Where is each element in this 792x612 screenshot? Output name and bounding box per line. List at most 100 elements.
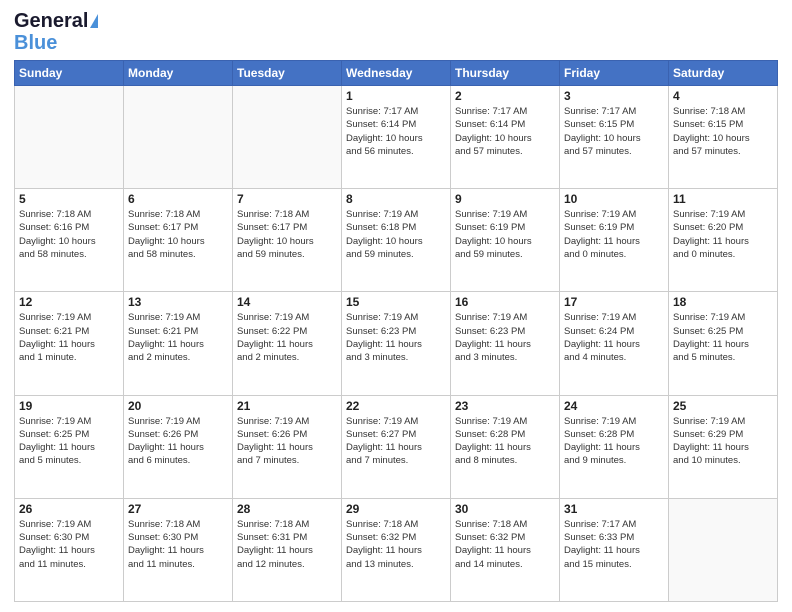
day-number: 24 xyxy=(564,399,664,413)
day-cell xyxy=(124,86,233,189)
day-info: Sunrise: 7:18 AM Sunset: 6:32 PM Dayligh… xyxy=(455,518,555,571)
day-info: Sunrise: 7:18 AM Sunset: 6:30 PM Dayligh… xyxy=(128,518,228,571)
day-info: Sunrise: 7:19 AM Sunset: 6:21 PM Dayligh… xyxy=(19,311,119,364)
day-info: Sunrise: 7:19 AM Sunset: 6:23 PM Dayligh… xyxy=(455,311,555,364)
week-row-3: 19 Sunrise: 7:19 AM Sunset: 6:25 PM Dayli… xyxy=(15,395,778,498)
day-info: Sunrise: 7:19 AM Sunset: 6:27 PM Dayligh… xyxy=(346,415,446,468)
day-number: 29 xyxy=(346,502,446,516)
day-info: Sunrise: 7:17 AM Sunset: 6:33 PM Dayligh… xyxy=(564,518,664,571)
day-cell: 12 Sunrise: 7:19 AM Sunset: 6:21 PM Dayli… xyxy=(15,292,124,395)
day-info: Sunrise: 7:17 AM Sunset: 6:14 PM Dayligh… xyxy=(455,105,555,158)
logo-blue: Blue xyxy=(14,32,57,54)
day-number: 2 xyxy=(455,89,555,103)
day-info: Sunrise: 7:18 AM Sunset: 6:15 PM Dayligh… xyxy=(673,105,773,158)
day-cell: 27 Sunrise: 7:18 AM Sunset: 6:30 PM Dayli… xyxy=(124,498,233,601)
day-number: 20 xyxy=(128,399,228,413)
day-cell: 15 Sunrise: 7:19 AM Sunset: 6:23 PM Dayli… xyxy=(342,292,451,395)
day-info: Sunrise: 7:19 AM Sunset: 6:21 PM Dayligh… xyxy=(128,311,228,364)
day-cell: 31 Sunrise: 7:17 AM Sunset: 6:33 PM Dayli… xyxy=(560,498,669,601)
day-cell: 14 Sunrise: 7:19 AM Sunset: 6:22 PM Dayli… xyxy=(233,292,342,395)
day-number: 28 xyxy=(237,502,337,516)
day-cell: 8Sunrise: 7:19 AM Sunset: 6:18 PM Daylig… xyxy=(342,189,451,292)
day-number: 19 xyxy=(19,399,119,413)
day-cell: 30 Sunrise: 7:18 AM Sunset: 6:32 PM Dayli… xyxy=(451,498,560,601)
day-info: Sunrise: 7:19 AM Sunset: 6:25 PM Dayligh… xyxy=(19,415,119,468)
day-cell: 9 Sunrise: 7:19 AM Sunset: 6:19 PM Daylig… xyxy=(451,189,560,292)
day-info: Sunrise: 7:19 AM Sunset: 6:19 PM Dayligh… xyxy=(564,208,664,261)
day-number: 30 xyxy=(455,502,555,516)
week-row-2: 12 Sunrise: 7:19 AM Sunset: 6:21 PM Dayli… xyxy=(15,292,778,395)
day-info: Sunrise: 7:19 AM Sunset: 6:26 PM Dayligh… xyxy=(128,415,228,468)
day-cell: 22 Sunrise: 7:19 AM Sunset: 6:27 PM Dayli… xyxy=(342,395,451,498)
day-cell: 6Sunrise: 7:18 AM Sunset: 6:17 PM Daylig… xyxy=(124,189,233,292)
day-cell: 16Sunrise: 7:19 AM Sunset: 6:23 PM Dayli… xyxy=(451,292,560,395)
day-number: 21 xyxy=(237,399,337,413)
day-number: 4 xyxy=(673,89,773,103)
day-info: Sunrise: 7:19 AM Sunset: 6:19 PM Dayligh… xyxy=(455,208,555,261)
day-number: 27 xyxy=(128,502,228,516)
day-cell: 3 Sunrise: 7:17 AM Sunset: 6:15 PM Daylig… xyxy=(560,86,669,189)
day-info: Sunrise: 7:19 AM Sunset: 6:20 PM Dayligh… xyxy=(673,208,773,261)
day-cell: 23 Sunrise: 7:19 AM Sunset: 6:28 PM Dayli… xyxy=(451,395,560,498)
day-info: Sunrise: 7:19 AM Sunset: 6:24 PM Dayligh… xyxy=(564,311,664,364)
day-info: Sunrise: 7:17 AM Sunset: 6:15 PM Dayligh… xyxy=(564,105,664,158)
weekday-header-wednesday: Wednesday xyxy=(342,61,451,86)
week-row-0: 1Sunrise: 7:17 AM Sunset: 6:14 PM Daylig… xyxy=(15,86,778,189)
day-number: 13 xyxy=(128,295,228,309)
weekday-header-thursday: Thursday xyxy=(451,61,560,86)
day-info: Sunrise: 7:19 AM Sunset: 6:23 PM Dayligh… xyxy=(346,311,446,364)
day-number: 12 xyxy=(19,295,119,309)
day-info: Sunrise: 7:19 AM Sunset: 6:22 PM Dayligh… xyxy=(237,311,337,364)
day-number: 7 xyxy=(237,192,337,206)
page: General Blue SundayMondayTuesdayWednesda… xyxy=(0,0,792,612)
day-cell xyxy=(233,86,342,189)
day-info: Sunrise: 7:18 AM Sunset: 6:31 PM Dayligh… xyxy=(237,518,337,571)
day-cell xyxy=(669,498,778,601)
day-info: Sunrise: 7:19 AM Sunset: 6:30 PM Dayligh… xyxy=(19,518,119,571)
day-cell: 24Sunrise: 7:19 AM Sunset: 6:28 PM Dayli… xyxy=(560,395,669,498)
day-info: Sunrise: 7:19 AM Sunset: 6:28 PM Dayligh… xyxy=(455,415,555,468)
day-cell: 4 Sunrise: 7:18 AM Sunset: 6:15 PM Daylig… xyxy=(669,86,778,189)
day-cell: 20 Sunrise: 7:19 AM Sunset: 6:26 PM Dayli… xyxy=(124,395,233,498)
logo-triangle-icon xyxy=(90,14,98,28)
day-cell: 28 Sunrise: 7:18 AM Sunset: 6:31 PM Dayli… xyxy=(233,498,342,601)
day-info: Sunrise: 7:18 AM Sunset: 6:32 PM Dayligh… xyxy=(346,518,446,571)
day-cell: 17Sunrise: 7:19 AM Sunset: 6:24 PM Dayli… xyxy=(560,292,669,395)
weekday-header-friday: Friday xyxy=(560,61,669,86)
day-cell: 7 Sunrise: 7:18 AM Sunset: 6:17 PM Daylig… xyxy=(233,189,342,292)
day-number: 14 xyxy=(237,295,337,309)
header: General Blue xyxy=(14,10,778,54)
day-number: 9 xyxy=(455,192,555,206)
day-cell: 21Sunrise: 7:19 AM Sunset: 6:26 PM Dayli… xyxy=(233,395,342,498)
day-number: 8 xyxy=(346,192,446,206)
day-info: Sunrise: 7:18 AM Sunset: 6:17 PM Dayligh… xyxy=(237,208,337,261)
day-info: Sunrise: 7:18 AM Sunset: 6:17 PM Dayligh… xyxy=(128,208,228,261)
logo: General Blue xyxy=(14,10,98,54)
logo-general: General xyxy=(14,10,88,32)
day-number: 5 xyxy=(19,192,119,206)
day-number: 11 xyxy=(673,192,773,206)
day-number: 26 xyxy=(19,502,119,516)
day-number: 3 xyxy=(564,89,664,103)
day-cell: 26 Sunrise: 7:19 AM Sunset: 6:30 PM Dayli… xyxy=(15,498,124,601)
day-number: 15 xyxy=(346,295,446,309)
day-info: Sunrise: 7:17 AM Sunset: 6:14 PM Dayligh… xyxy=(346,105,446,158)
calendar: SundayMondayTuesdayWednesdayThursdayFrid… xyxy=(14,60,778,602)
day-number: 23 xyxy=(455,399,555,413)
day-number: 10 xyxy=(564,192,664,206)
day-number: 25 xyxy=(673,399,773,413)
weekday-header-tuesday: Tuesday xyxy=(233,61,342,86)
logo-text: General xyxy=(14,10,88,32)
day-cell: 25Sunrise: 7:19 AM Sunset: 6:29 PM Dayli… xyxy=(669,395,778,498)
day-cell: 10 Sunrise: 7:19 AM Sunset: 6:19 PM Dayli… xyxy=(560,189,669,292)
day-number: 22 xyxy=(346,399,446,413)
weekday-header-saturday: Saturday xyxy=(669,61,778,86)
weekday-header-sunday: Sunday xyxy=(15,61,124,86)
day-cell: 1Sunrise: 7:17 AM Sunset: 6:14 PM Daylig… xyxy=(342,86,451,189)
day-number: 18 xyxy=(673,295,773,309)
day-cell: 18Sunrise: 7:19 AM Sunset: 6:25 PM Dayli… xyxy=(669,292,778,395)
week-row-1: 5 Sunrise: 7:18 AM Sunset: 6:16 PM Daylig… xyxy=(15,189,778,292)
day-number: 31 xyxy=(564,502,664,516)
day-info: Sunrise: 7:18 AM Sunset: 6:16 PM Dayligh… xyxy=(19,208,119,261)
week-row-4: 26 Sunrise: 7:19 AM Sunset: 6:30 PM Dayli… xyxy=(15,498,778,601)
